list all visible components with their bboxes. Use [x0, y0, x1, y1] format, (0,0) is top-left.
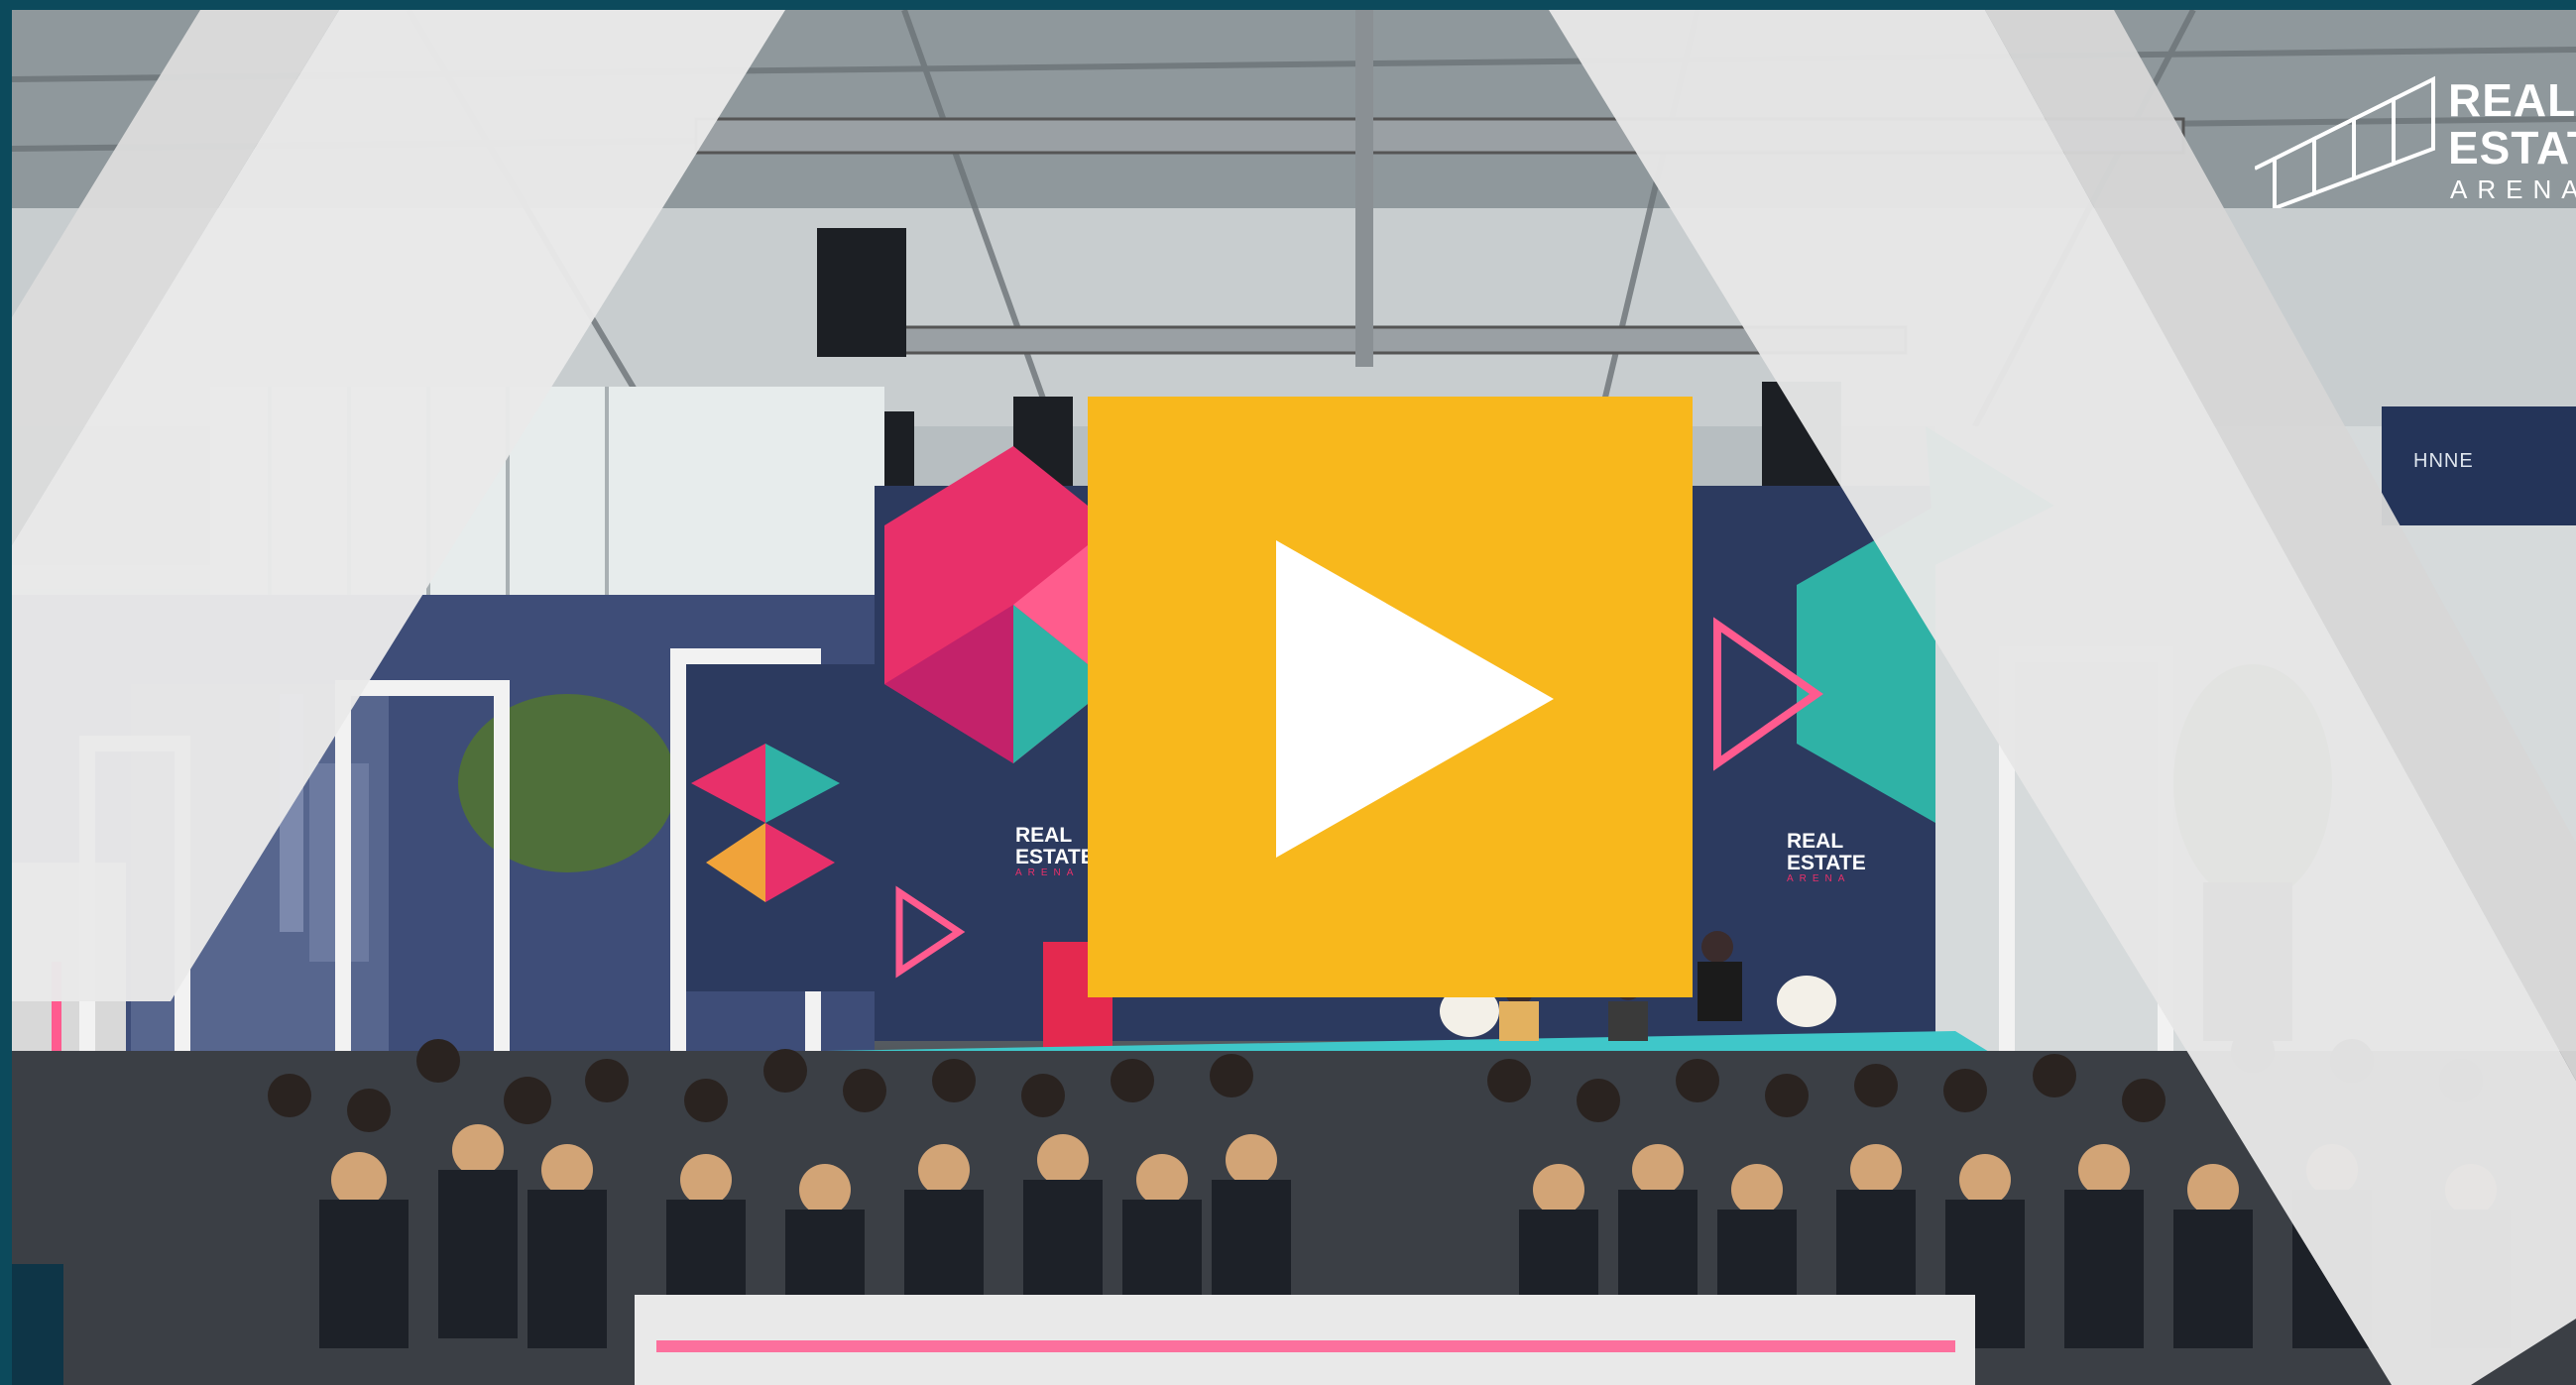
- logo-line-1: REAL: [2448, 74, 2576, 126]
- logo-line-3: ARENA: [2450, 174, 2576, 204]
- video-thumbnail[interactable]: REAL ESTATE ARENA REAL ESTATE ARENA HNNE…: [12, 10, 2576, 1385]
- real-estate-arena-logo: REAL ESTAT ARENA: [2255, 69, 2576, 208]
- stage-sign-left-line1: REAL: [1015, 824, 1073, 847]
- stage-sign-right-line2: ESTATE: [1787, 852, 1866, 875]
- stage-sign-right-line1: REAL: [1787, 830, 1844, 853]
- logo-line-2: ESTAT: [2448, 122, 2576, 173]
- logo-mark-icon: [2255, 75, 2435, 208]
- stage-sign-left-line2: ESTATE: [1015, 846, 1095, 869]
- play-button[interactable]: [1088, 397, 1693, 997]
- hall-sign-text: HNNE: [2413, 450, 2474, 472]
- video-frame: REAL ESTATE ARENA REAL ESTATE ARENA HNNE…: [0, 0, 2576, 1385]
- stage-sign-left: REAL ESTATE ARENA: [1015, 824, 1095, 879]
- stage-sign-right: REAL ESTATE ARENA: [1787, 830, 1866, 885]
- play-icon: [1276, 540, 1554, 858]
- stage-sign-left-line3: ARENA: [1015, 867, 1080, 879]
- stage-sign-right-line3: ARENA: [1787, 873, 1851, 885]
